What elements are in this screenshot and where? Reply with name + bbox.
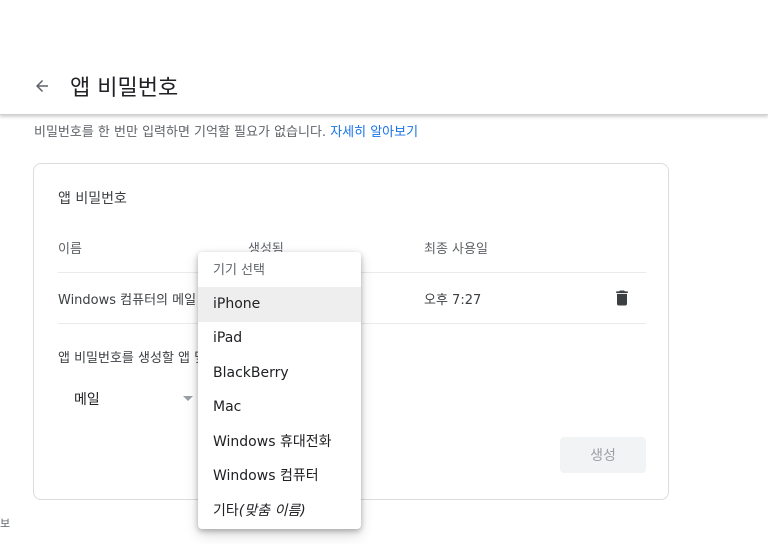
arrow-back-icon xyxy=(36,80,48,92)
device-option-ipad[interactable]: iPad xyxy=(198,321,361,356)
device-dropdown-menu: 기기 선택 iPhone iPad BlackBerry Mac Windows… xyxy=(198,252,361,529)
device-option-windows-computer[interactable]: Windows 컴퓨터 xyxy=(198,459,361,494)
device-option-mac[interactable]: Mac xyxy=(198,390,361,425)
device-option-windows-phone[interactable]: Windows 휴대전화 xyxy=(198,425,361,460)
device-option-blackberry[interactable]: BlackBerry xyxy=(198,356,361,391)
back-button[interactable] xyxy=(30,74,54,98)
app-select-value: 메일 xyxy=(74,392,100,408)
intro-text: 비밀번호를 한 번만 입력하면 기억할 필요가 없습니다. 자세히 알아보기 xyxy=(34,121,418,140)
column-header-last-used: 최종 사용일 xyxy=(424,242,488,257)
row-app-name: Windows 컴퓨터의 메일 xyxy=(58,293,197,308)
custom-option-suffix: (맞춤 이름) xyxy=(238,503,306,519)
card-title: 앱 비밀번호 xyxy=(58,191,127,207)
device-option-iphone[interactable]: iPhone xyxy=(198,287,361,322)
app-select[interactable]: 메일 xyxy=(58,380,198,416)
row-last-used: 오후 7:27 xyxy=(424,293,482,308)
custom-option-prefix: 기타 xyxy=(213,503,239,519)
column-header-name: 이름 xyxy=(58,242,82,257)
dropdown-arrow-icon xyxy=(183,396,193,401)
device-option-custom[interactable]: 기타(맞춤 이름) xyxy=(198,494,361,529)
page-title: 앱 비밀번호 xyxy=(70,76,179,101)
generate-button[interactable]: 생성 xyxy=(560,437,646,473)
delete-button[interactable] xyxy=(612,288,632,308)
dropdown-header: 기기 선택 xyxy=(213,263,265,278)
intro-body: 비밀번호를 한 번만 입력하면 기억할 필요가 없습니다. xyxy=(34,125,327,140)
trash-icon xyxy=(616,290,628,306)
page-header: 앱 비밀번호 xyxy=(0,0,768,115)
learn-more-link[interactable]: 자세히 알아보기 xyxy=(330,125,418,140)
offscreen-text-fragment: 보 xyxy=(0,517,11,530)
